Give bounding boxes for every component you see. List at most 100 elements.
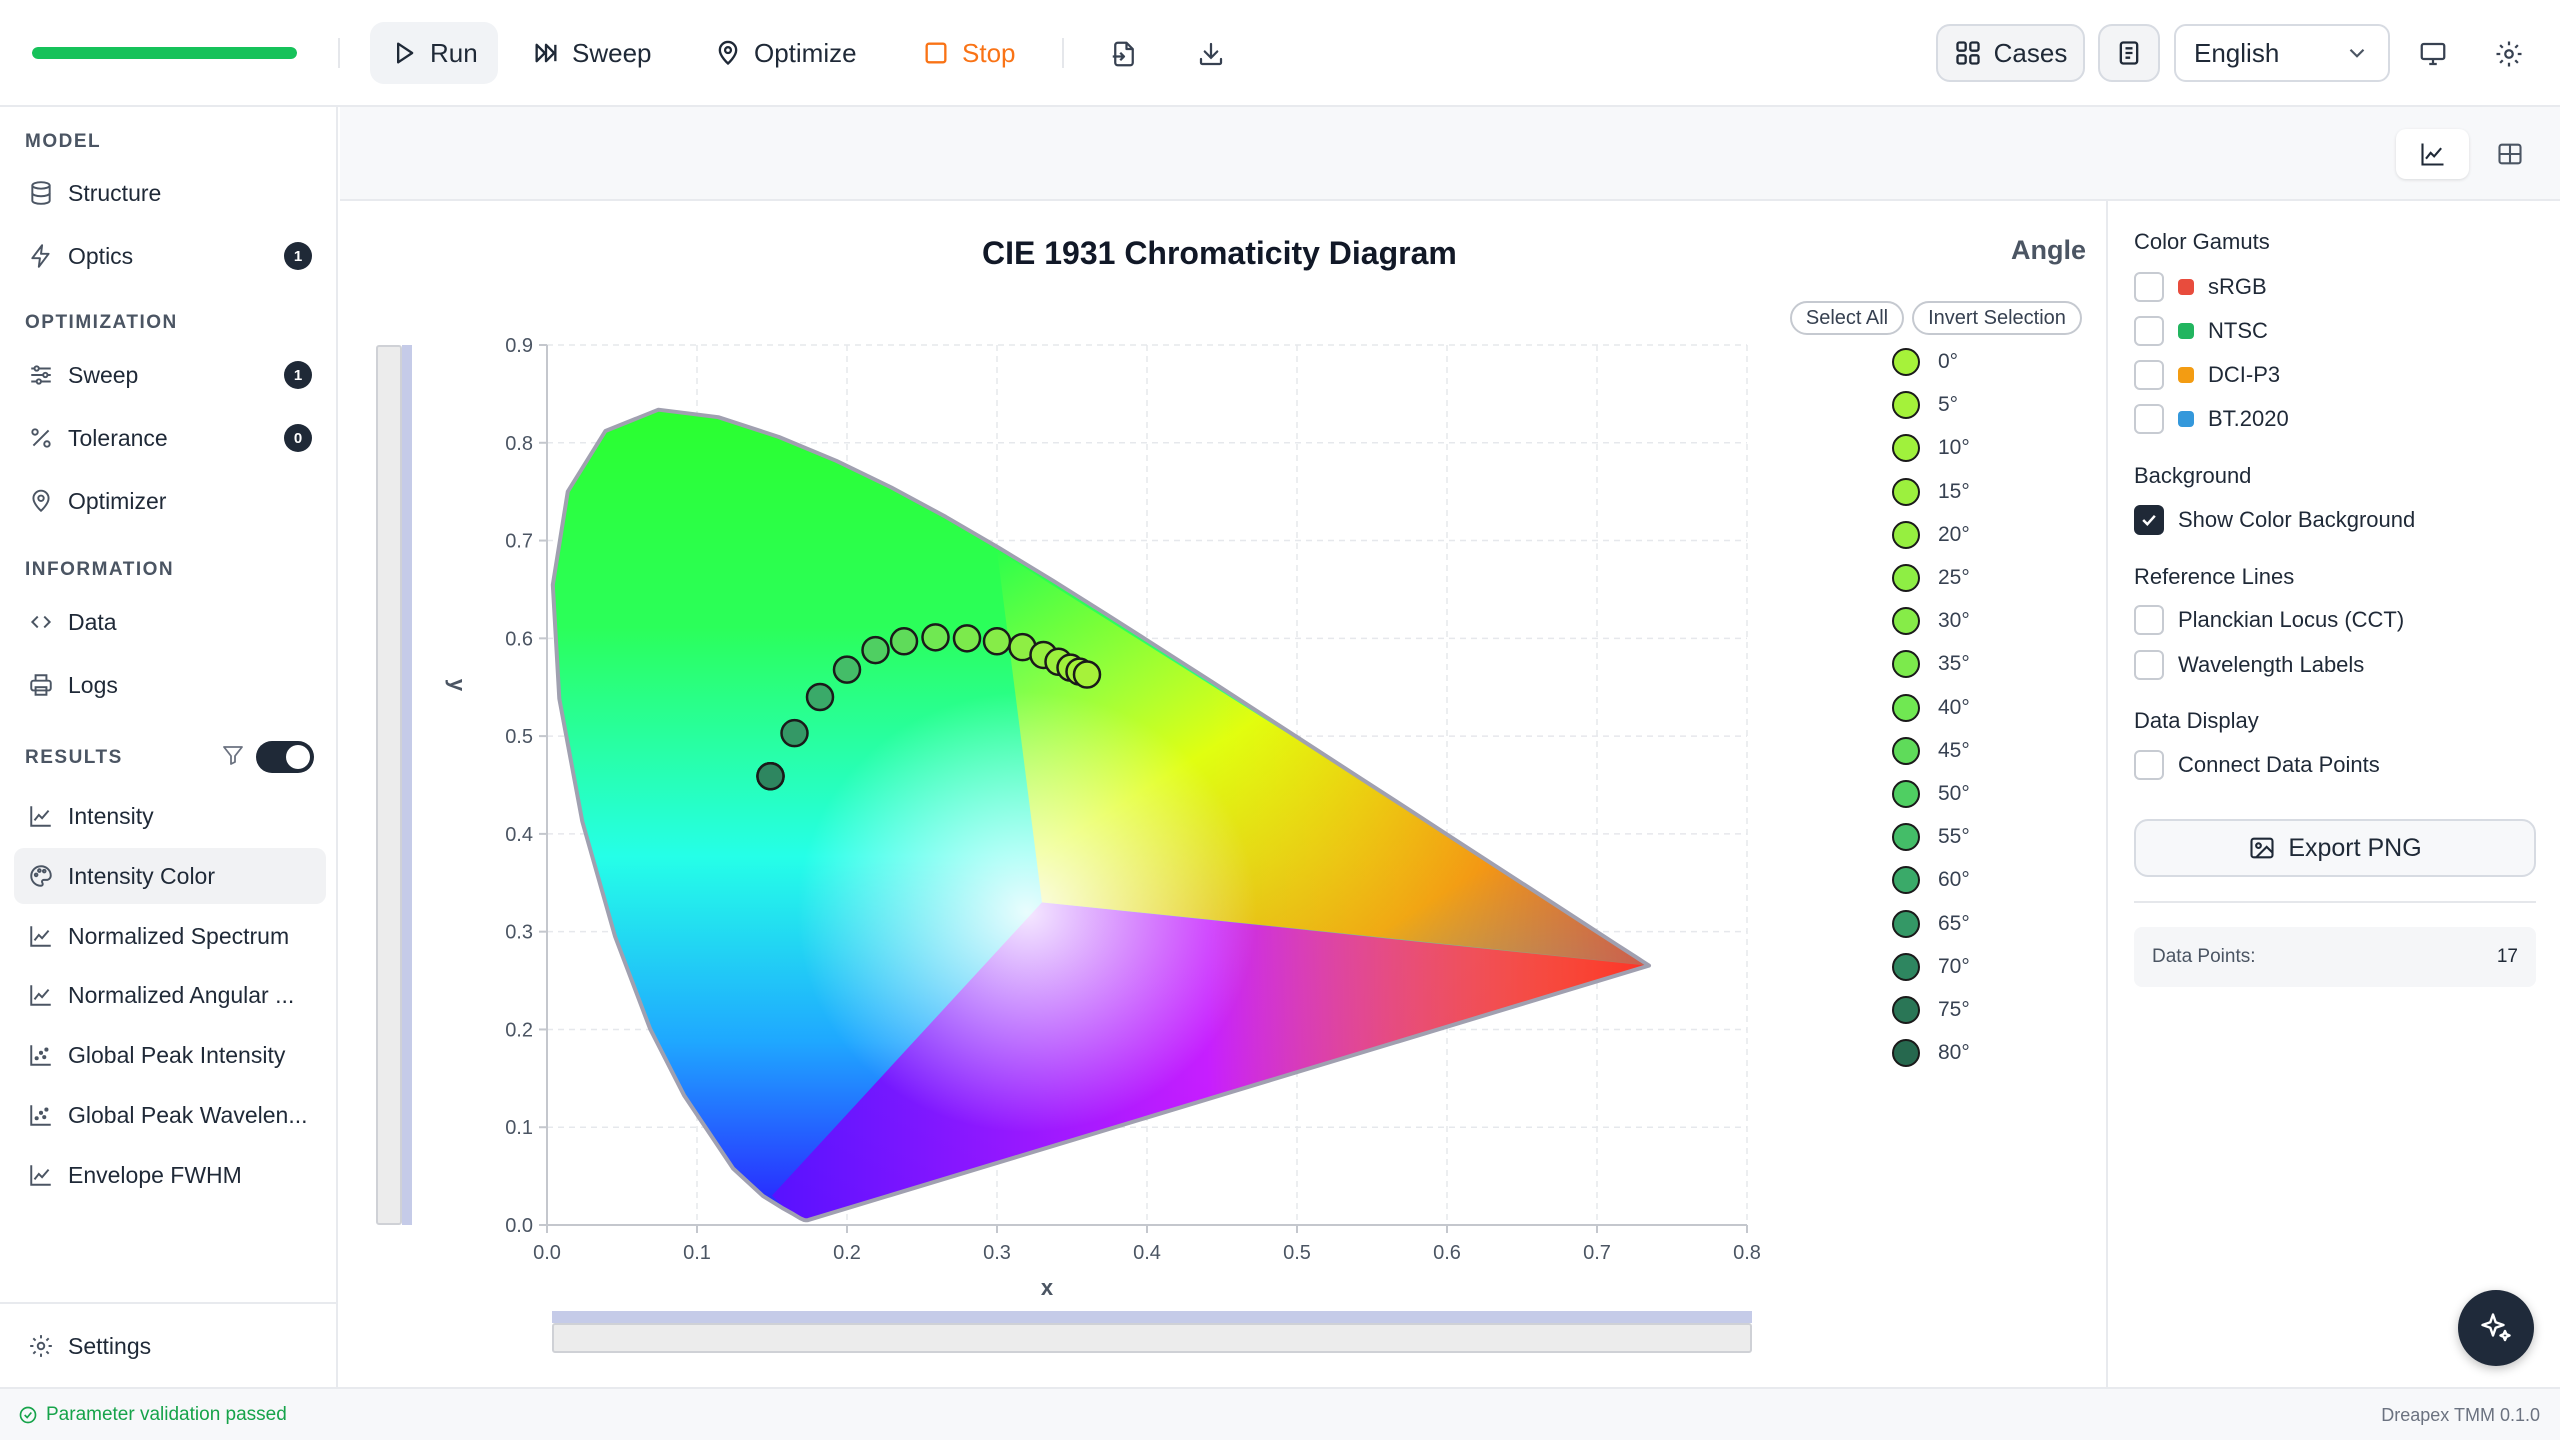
invert-selection-button[interactable]: Invert Selection <box>1912 301 2082 335</box>
sidebar-item-global-peak-wavelength[interactable]: Global Peak Wavelen... <box>14 1087 326 1143</box>
sidebar-item-settings[interactable]: Settings <box>14 1318 326 1374</box>
language-select[interactable]: English <box>2174 24 2390 82</box>
cie-chart[interactable]: 0.0 0.1 0.2 0.3 0.4 0.5 0.6 0.7 0.8 0.0 0.1 0.2 0.3 0… <box>340 201 2106 1387</box>
sidebar-item-tolerance[interactable]: Tolerance 0 <box>14 410 326 466</box>
legend-item[interactable]: 15° <box>1892 477 1970 507</box>
sidebar-item-logs[interactable]: Logs <box>14 657 326 713</box>
table-view-button[interactable] <box>2473 129 2546 179</box>
legend-label: 65° <box>1938 911 1970 935</box>
legend-item[interactable]: 60° <box>1892 865 1970 895</box>
run-button[interactable]: Run <box>370 22 498 84</box>
filter-icon[interactable] <box>221 743 245 767</box>
legend-label: 75° <box>1938 998 1970 1021</box>
checkbox[interactable] <box>2134 404 2164 434</box>
display-button[interactable] <box>2409 30 2457 78</box>
notes-button[interactable] <box>2098 24 2160 82</box>
select-all-button[interactable]: Select All <box>1790 301 1904 335</box>
gamut-srgb[interactable]: sRGB <box>2134 271 2267 303</box>
sidebar-item-data[interactable]: Data <box>14 594 326 650</box>
gear-icon <box>30 1335 52 1357</box>
count-badge: 1 <box>284 361 312 389</box>
results-toggle[interactable] <box>256 741 314 773</box>
legend-item[interactable]: 45° <box>1892 736 1970 766</box>
section-results: RESULTS <box>25 747 123 768</box>
checkbox[interactable] <box>2134 272 2164 302</box>
gamut-ntsc[interactable]: NTSC <box>2134 315 2268 347</box>
sidebar-item-label: Normalized Angular ... <box>68 981 295 1008</box>
export-png-button[interactable]: Export PNG <box>2134 819 2536 877</box>
stop-button[interactable]: Stop <box>902 22 1036 84</box>
legend-item[interactable]: 35° <box>1892 649 1970 679</box>
legend-marker <box>1892 866 1920 895</box>
cases-button[interactable]: Cases <box>1936 24 2085 82</box>
settings-gear-button[interactable] <box>2485 30 2533 78</box>
sidebar-item-optimizer[interactable]: Optimizer <box>14 473 326 529</box>
import-button[interactable] <box>1100 30 1148 78</box>
planckian-option[interactable]: Planckian Locus (CCT) <box>2134 604 2404 636</box>
sidebar-item-structure[interactable]: Structure <box>14 165 326 221</box>
sidebar-item-label: Tolerance <box>68 424 168 451</box>
checkbox[interactable] <box>2134 605 2164 635</box>
sidebar-divider <box>0 1302 338 1304</box>
legend-item[interactable]: 70° <box>1892 952 1970 982</box>
checkbox[interactable] <box>2134 360 2164 390</box>
optimize-button[interactable]: Optimize <box>694 22 877 84</box>
reference-heading: Reference Lines <box>2134 564 2295 589</box>
legend-item[interactable]: 55° <box>1892 822 1970 852</box>
sidebar-item-intensity-color[interactable]: Intensity Color <box>14 848 326 904</box>
y-tick-label: 0.7 <box>505 531 533 553</box>
option-label: Wavelength Labels <box>2178 652 2365 677</box>
sidebar-item-envelope-fwhm[interactable]: Envelope FWHM <box>14 1147 326 1203</box>
x-range-slider[interactable] <box>552 1323 1752 1353</box>
connect-points-option[interactable]: Connect Data Points <box>2134 749 2380 781</box>
checkbox[interactable] <box>2134 316 2164 346</box>
y-range-slider[interactable] <box>376 345 402 1225</box>
main-header <box>340 107 2560 201</box>
y-range-handle[interactable] <box>402 345 412 1225</box>
legend-item[interactable]: 40° <box>1892 693 1970 723</box>
checkbox[interactable] <box>2134 505 2164 535</box>
legend-item[interactable]: 25° <box>1892 563 1970 593</box>
checkbox[interactable] <box>2134 750 2164 780</box>
legend-item[interactable]: 0° <box>1892 347 1958 377</box>
legend-item[interactable]: 5° <box>1892 390 1958 420</box>
legend-label: 40° <box>1938 695 1970 719</box>
legend-item[interactable]: 50° <box>1892 779 1970 809</box>
legend-item[interactable]: 10° <box>1892 433 1970 463</box>
x-range-handle[interactable] <box>552 1311 1752 1323</box>
legend-item[interactable]: 65° <box>1892 909 1970 939</box>
x-tick-label: 0.0 <box>533 1242 561 1264</box>
sidebar-item-global-peak-intensity[interactable]: Global Peak Intensity <box>14 1027 326 1083</box>
wavelength-labels-option[interactable]: Wavelength Labels <box>2134 649 2364 681</box>
gamut-dci-p3[interactable]: DCI-P3 <box>2134 359 2280 391</box>
count-badge: 0 <box>284 424 312 452</box>
data-points-card: Data Points: 17 <box>2134 927 2536 987</box>
sidebar-item-normalized-angular[interactable]: Normalized Angular ... <box>14 967 326 1023</box>
data-point <box>861 635 890 665</box>
monitor-icon <box>2420 42 2446 66</box>
x-axis-label: x <box>1041 1275 1054 1300</box>
y-tick-label: 0.3 <box>505 922 533 944</box>
legend-item[interactable]: 75° <box>1892 995 1970 1025</box>
sidebar-item-sweep[interactable]: Sweep 1 <box>14 347 326 403</box>
sweep-button[interactable]: Sweep <box>512 22 672 84</box>
legend-item[interactable]: 20° <box>1892 520 1970 550</box>
legend-label: 10° <box>1938 436 1970 460</box>
sidebar-item-label: Optics <box>68 242 134 269</box>
y-tick-label: 0.9 <box>505 335 533 357</box>
palette-icon <box>30 865 52 887</box>
sidebar-item-normalized-spectrum[interactable]: Normalized Spectrum <box>14 908 326 964</box>
show-color-background-option[interactable]: Show Color Background <box>2134 504 2415 536</box>
sidebar-item-intensity[interactable]: Intensity <box>14 788 326 844</box>
gamut-bt2020[interactable]: BT.2020 <box>2134 403 2289 435</box>
ai-assistant-button[interactable] <box>2458 1290 2534 1366</box>
download-button[interactable] <box>1187 30 1235 78</box>
chart-view-button[interactable] <box>2396 129 2469 179</box>
legend-label: 15° <box>1938 479 1970 503</box>
checkbox[interactable] <box>2134 650 2164 680</box>
legend-item[interactable]: 30° <box>1892 606 1970 636</box>
gamut-label: BT.2020 <box>2208 406 2289 431</box>
sidebar-item-optics[interactable]: Optics 1 <box>14 228 326 284</box>
legend-item[interactable]: 80° <box>1892 1038 1970 1068</box>
data-point <box>982 627 1012 656</box>
